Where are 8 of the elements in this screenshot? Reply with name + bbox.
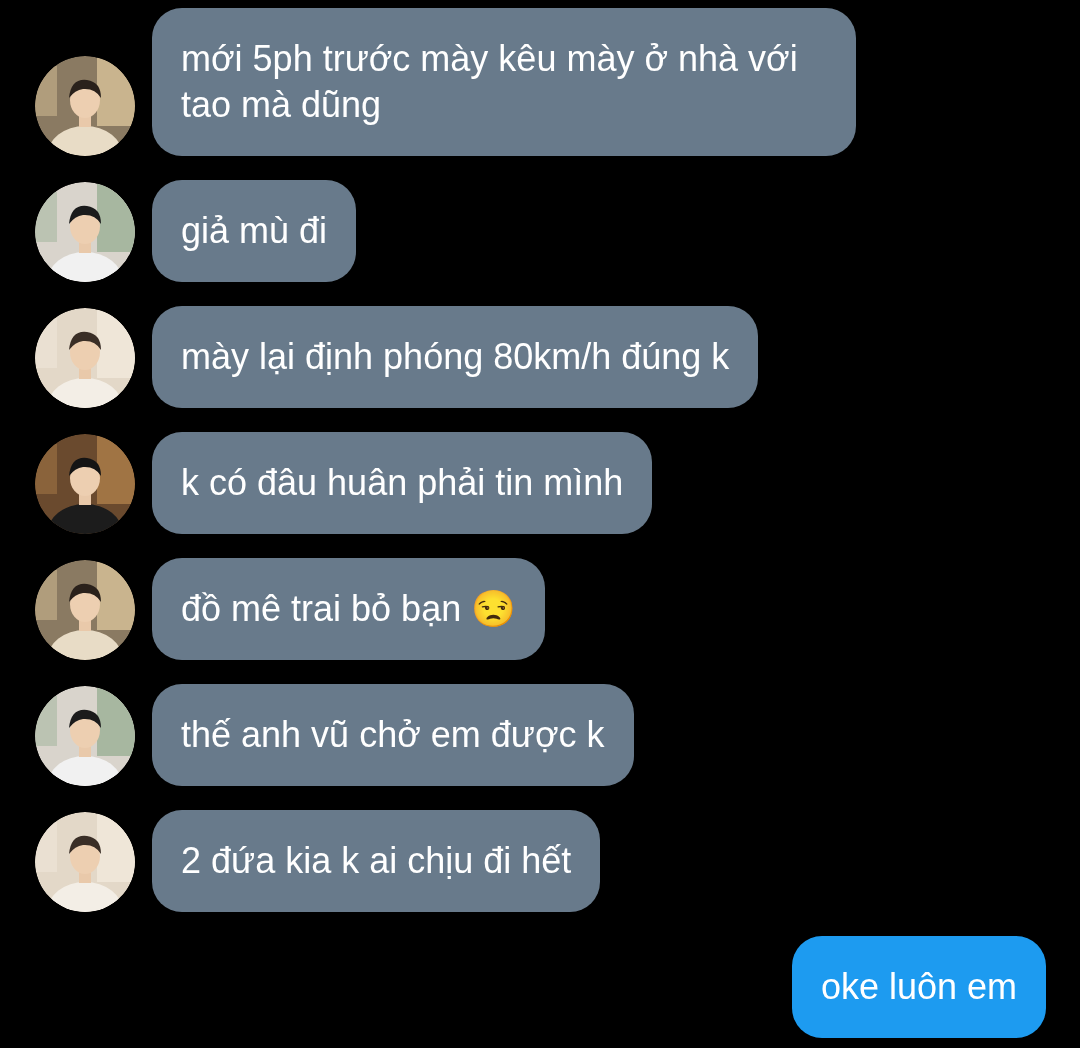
message-bubble: oke luôn em bbox=[791, 936, 1046, 1038]
message-bubble: giả mù đi bbox=[152, 180, 357, 282]
message-bubble: mới 5ph trước mày kêu mày ở nhà với tao mà dũng bbox=[152, 8, 856, 156]
message-bubble: đồ mê trai bỏ bạn 😒 bbox=[152, 558, 546, 660]
message-bubble: 2 đứa kia k ai chịu đi hết bbox=[152, 810, 601, 912]
message-bubble: k có đâu huân phải tin mình bbox=[152, 432, 653, 534]
message-bubble: mày lại định phóng 80km/h đúng k bbox=[152, 306, 759, 408]
message-bubble: thế anh vũ chở em được k bbox=[152, 684, 634, 786]
